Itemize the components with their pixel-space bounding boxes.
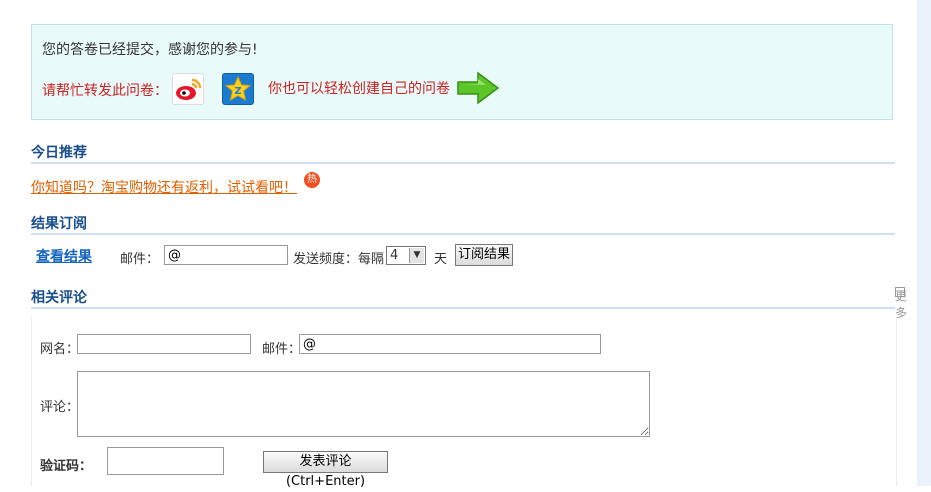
thanks-message: 您的答卷已经提交，感谢您的参与! — [42, 42, 258, 58]
today-section-header: 今日推荐 — [31, 142, 895, 164]
captcha-input[interactable] — [107, 447, 224, 475]
comment-textarea[interactable] — [77, 371, 650, 437]
share-label: 请帮忙转发此问卷： — [42, 83, 168, 99]
qzone-share-icon[interactable]: Z — [222, 73, 254, 105]
view-results-link[interactable]: 查看结果 — [36, 246, 92, 266]
hot-badge: 热 — [304, 172, 320, 188]
subscribe-email-input[interactable] — [164, 245, 288, 265]
comments-title: 相关评论 — [31, 290, 87, 306]
chevron-down-icon: ▼ — [409, 248, 424, 263]
submit-comment-button[interactable]: 发表评论(Ctrl+Enter) — [263, 451, 388, 489]
subscribe-section-header: 结果订阅 — [31, 213, 895, 235]
subscribe-title: 结果订阅 — [31, 216, 87, 232]
comment-email-input[interactable] — [299, 334, 601, 354]
page-gutter — [917, 0, 931, 486]
comments-section-header: 相关评论 更多 — [31, 287, 907, 320]
subscribe-email-label: 邮件： — [120, 252, 160, 267]
comment-label: 评论： — [40, 400, 80, 415]
comment-email-label: 邮件： — [262, 342, 302, 357]
frequency-label: 发送频度：每隔 — [293, 252, 385, 267]
arrow-right-icon[interactable] — [456, 71, 500, 105]
today-title: 今日推荐 — [31, 145, 87, 161]
captcha-label: 验证码： — [40, 459, 93, 474]
day-label: 天 — [434, 252, 448, 267]
create-survey-link[interactable]: 你也可以轻松创建自己的问卷 — [268, 78, 450, 98]
subscribe-button[interactable]: 订阅结果 — [455, 244, 513, 266]
frequency-value: 4 — [390, 248, 399, 263]
frequency-select[interactable]: 4 ▼ — [386, 246, 426, 265]
weibo-share-icon[interactable] — [172, 73, 204, 105]
nickname-input[interactable] — [77, 334, 251, 354]
svg-text:Z: Z — [234, 86, 241, 97]
nickname-label: 网名： — [40, 342, 80, 357]
promo-link[interactable]: 你知道吗？淘宝购物还有返利，试试看吧！ — [31, 177, 297, 197]
submission-notice: 您的答卷已经提交，感谢您的参与! 请帮忙转发此问卷： Z 你也可以轻松创建自己的… — [31, 24, 893, 120]
